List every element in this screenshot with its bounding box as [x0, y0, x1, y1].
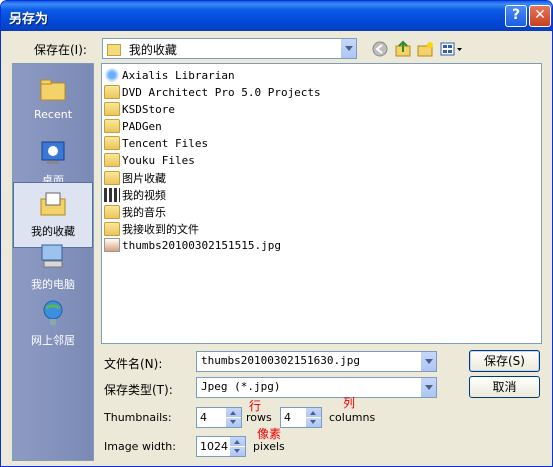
- spin-down-icon[interactable]: [230, 447, 245, 456]
- close-button[interactable]: ✕: [529, 5, 551, 27]
- spin-up-icon[interactable]: [230, 437, 245, 446]
- up-folder-icon[interactable]: [395, 40, 411, 57]
- spin-down-icon[interactable]: [226, 418, 241, 427]
- place-label: 网上邻居: [31, 334, 75, 347]
- thumbnails-label: Thumbnails:: [104, 411, 172, 424]
- recent-icon: [40, 79, 66, 101]
- list-item[interactable]: Tencent Files: [104, 136, 208, 152]
- place-network[interactable]: 网上邻居: [13, 292, 93, 358]
- places-bar: Recent 桌面 我的收藏 我的电脑 网上邻居: [12, 63, 94, 461]
- filename-field[interactable]: thumbs20100302151630.jpg: [196, 351, 437, 372]
- filename-label: 文件名(N):: [104, 357, 163, 371]
- chevron-down-icon[interactable]: [420, 378, 436, 397]
- save-as-dialog: 另存为 ? ✕ 保存在(I): 我的收藏 Recent 桌面 我的收藏 我的电脑…: [0, 0, 553, 467]
- list-item[interactable]: DVD Architect Pro 5.0 Projects: [104, 85, 321, 101]
- list-item[interactable]: 我的视频: [104, 187, 166, 203]
- list-item[interactable]: thumbs20100302151515.jpg: [104, 238, 281, 254]
- folder-icon: [104, 153, 120, 167]
- list-item[interactable]: Youku Files: [104, 153, 195, 169]
- spin-down-icon[interactable]: [306, 418, 321, 427]
- cancel-button[interactable]: 取消: [469, 376, 540, 398]
- window-title: 另存为: [9, 12, 49, 27]
- desktop-icon: [41, 141, 65, 164]
- list-item[interactable]: 图片收藏: [104, 170, 166, 186]
- spin-up-icon[interactable]: [306, 408, 321, 417]
- image-file-icon: [104, 238, 120, 252]
- rows-label: rows: [246, 411, 272, 424]
- folder-icon: [104, 102, 120, 116]
- list-item[interactable]: KSDStore: [104, 102, 175, 118]
- columns-label: columns: [329, 411, 376, 424]
- place-recent[interactable]: Recent: [13, 68, 93, 134]
- rows-stepper[interactable]: 4: [196, 407, 242, 428]
- music-folder-icon: [104, 205, 120, 219]
- save-in-label: 保存在(I):: [34, 43, 87, 57]
- location-value: 我的收藏: [128, 43, 177, 57]
- title-bar: 另存为 ? ✕: [1, 1, 552, 31]
- folder-icon: [104, 119, 120, 133]
- new-folder-icon[interactable]: [417, 42, 433, 57]
- folder-icon: [104, 85, 120, 99]
- pixels-label: pixels: [253, 440, 285, 453]
- chevron-down-icon[interactable]: [340, 39, 356, 58]
- columns-annotation: 列: [343, 396, 356, 410]
- list-item[interactable]: Axialis Librarian: [104, 68, 235, 84]
- video-folder-icon: [104, 188, 120, 202]
- list-item[interactable]: PADGen: [104, 119, 162, 135]
- folder-icon: [104, 222, 120, 236]
- filetype-select[interactable]: Jpeg (*.jpg): [196, 377, 437, 398]
- save-button[interactable]: 保存(S): [469, 350, 540, 372]
- my-documents-icon: [40, 192, 66, 216]
- toolbar-icons: [372, 40, 462, 57]
- image-width-label: Image width:: [104, 440, 176, 453]
- location-combo[interactable]: 我的收藏: [102, 38, 357, 59]
- help-button[interactable]: ?: [505, 5, 527, 27]
- folder-icon: [107, 44, 121, 56]
- chevron-down-icon[interactable]: [420, 352, 436, 371]
- my-computer-icon: [41, 244, 63, 268]
- columns-stepper[interactable]: 4: [280, 407, 322, 428]
- spin-up-icon[interactable]: [226, 408, 241, 417]
- views-menu-icon[interactable]: [440, 42, 462, 56]
- place-label: 我的电脑: [31, 278, 75, 291]
- place-label: Recent: [33, 108, 73, 121]
- network-icon: [43, 300, 63, 325]
- pictures-folder-icon: [104, 171, 120, 185]
- file-list[interactable]: Axialis Librarian DVD Architect Pro 5.0 …: [101, 63, 542, 344]
- filetype-label: 保存类型(T):: [104, 383, 173, 397]
- back-icon[interactable]: [372, 41, 388, 57]
- app-icon: [104, 68, 120, 82]
- folder-icon: [104, 136, 120, 150]
- list-item[interactable]: 我接收到的文件: [104, 221, 199, 237]
- list-item[interactable]: 我的音乐: [104, 204, 166, 220]
- image-width-stepper[interactable]: 1024: [196, 436, 246, 457]
